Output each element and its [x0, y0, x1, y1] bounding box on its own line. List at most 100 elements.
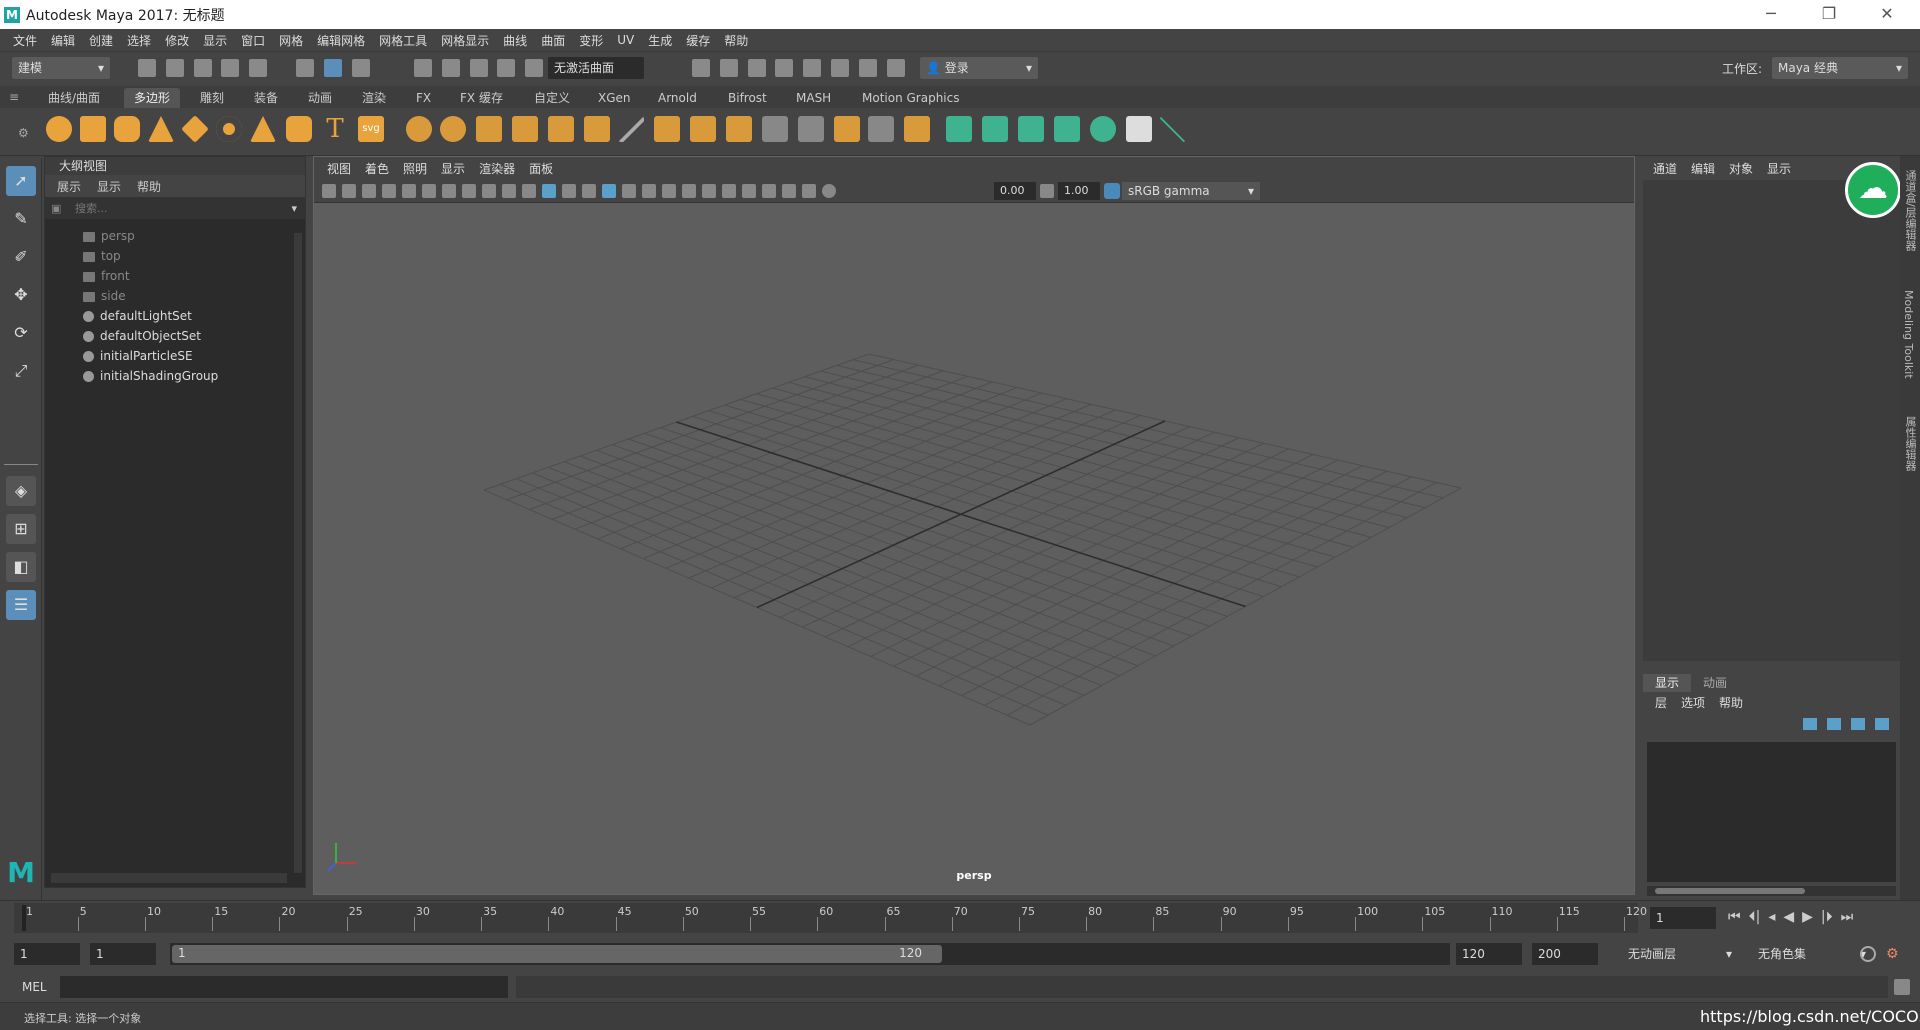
menu-display[interactable]: 显示 [196, 32, 234, 49]
mode-dropdown[interactable]: 建模 ▾ [12, 57, 110, 79]
four-view-layout-icon[interactable]: ⊞ [6, 514, 36, 544]
snap-surface-icon[interactable] [525, 59, 544, 77]
single-perspective-layout-icon[interactable]: ◈ [6, 476, 36, 506]
scale-tool-icon[interactable]: ⤢ [6, 356, 36, 386]
shelf-tab-xgen[interactable]: XGen [588, 88, 641, 108]
bevel-icon[interactable] [690, 116, 716, 142]
render-setup-icon[interactable] [831, 59, 850, 77]
scrollbar-thumb[interactable] [1655, 888, 1805, 894]
boolean-icon[interactable] [548, 116, 574, 142]
anim-layer-dropdown[interactable]: 无动画层 ▾ [1622, 943, 1736, 965]
go-to-end-icon[interactable]: ⏭ [1841, 909, 1854, 925]
film-gate-icon[interactable] [422, 184, 436, 198]
play-forwards-icon[interactable]: ▶ [1802, 909, 1813, 925]
shelf-menu-icon[interactable]: ≡ [6, 90, 22, 104]
open-scene-icon[interactable] [165, 59, 184, 77]
outliner-item-default-light-set[interactable]: defaultLightSet [83, 307, 192, 325]
menu-surfaces[interactable]: 曲面 [534, 32, 572, 49]
menu-edit[interactable]: 编辑 [44, 32, 82, 49]
time-slider[interactable]: 1 5 10 15 20 25 30 35 40 45 50 55 60 65 70 75 80 85 90 95 10… [0, 900, 1920, 936]
workspace-dropdown[interactable]: Maya 经典 ▾ [1772, 57, 1908, 79]
undo-icon[interactable] [221, 59, 240, 77]
menu-uv[interactable]: UV [610, 33, 641, 47]
outliner-search-input[interactable]: ▣ 搜索... ▾ [45, 197, 305, 219]
use-all-lights-icon[interactable] [622, 184, 636, 198]
character-set-dropdown[interactable]: 无角色集 ▾ [1752, 943, 1870, 965]
step-back-frame-icon[interactable]: ◂ [1768, 909, 1775, 925]
insert-edge-loop-icon[interactable] [762, 116, 788, 142]
layer-menu-layers[interactable]: 层 [1655, 694, 1667, 711]
snap-curve-icon[interactable] [441, 59, 460, 77]
persp-outliner-layout-icon[interactable]: ◧ [6, 552, 36, 582]
time-ruler[interactable]: 1 5 10 15 20 25 30 35 40 45 50 55 60 65 70 75 80 85 90 95 10… [14, 903, 1647, 933]
layer-tab-display[interactable]: 显示 [1643, 674, 1692, 692]
xray-icon[interactable] [762, 184, 776, 198]
separate-icon[interactable] [440, 116, 466, 142]
shelf-settings-icon[interactable]: ⚙ [18, 126, 29, 140]
animation-preferences-icon[interactable]: ⚙ [1886, 946, 1902, 962]
current-frame-field[interactable]: 1 [1650, 907, 1716, 929]
outliner-item-front[interactable]: front [83, 267, 130, 285]
animation-end-field[interactable]: 200 [1532, 943, 1598, 965]
viewport-menu-show[interactable]: 显示 [441, 160, 465, 177]
menu-generate[interactable]: 生成 [641, 32, 679, 49]
script-type-label[interactable]: MEL [22, 980, 47, 994]
select-component-icon[interactable] [351, 59, 370, 77]
outliner-item-side[interactable]: side [83, 287, 126, 305]
xray-components-icon[interactable] [802, 184, 816, 198]
menu-file[interactable]: 文件 [6, 32, 44, 49]
merge-icon[interactable] [904, 116, 930, 142]
step-back-key-icon[interactable]: ⏴| [1749, 909, 1761, 925]
paint-select-tool-icon[interactable]: ✐ [6, 242, 36, 272]
poly-text-icon[interactable]: T [322, 116, 348, 142]
menu-mesh-tools[interactable]: 网格工具 [372, 32, 434, 49]
shelf-tab-rendering[interactable]: 渲染 [352, 88, 396, 108]
snap-grid-icon[interactable] [414, 59, 432, 77]
shelf-tab-fx[interactable]: FX [406, 88, 441, 108]
shelf-tab-animation[interactable]: 动画 [298, 88, 342, 108]
rotate-tool-icon[interactable]: ⟳ [6, 318, 36, 348]
minimize-button[interactable]: ─ [1748, 0, 1794, 29]
color-management-icon[interactable] [1104, 183, 1120, 199]
menu-select[interactable]: 选择 [120, 32, 158, 49]
menu-help[interactable]: 帮助 [717, 32, 755, 49]
current-time-marker[interactable] [22, 905, 26, 931]
viewport-menu-lighting[interactable]: 照明 [403, 160, 427, 177]
render-settings-icon[interactable] [775, 59, 794, 77]
menu-mesh-display[interactable]: 网格显示 [434, 32, 496, 49]
go-to-start-icon[interactable]: ⏮ [1728, 909, 1741, 925]
animation-start-field[interactable]: 1 [14, 943, 80, 965]
menu-cache[interactable]: 缓存 [679, 32, 717, 49]
anti-aliasing-icon[interactable] [702, 184, 716, 198]
move-tool-icon[interactable]: ✥ [6, 280, 36, 310]
poly-pipe-icon[interactable] [286, 116, 312, 142]
select-hierarchy-icon[interactable] [296, 59, 314, 77]
gamma-field[interactable]: 1.00 [1058, 182, 1100, 200]
lock-camera-icon[interactable] [342, 184, 356, 198]
save-scene-icon[interactable] [193, 59, 212, 77]
exposure-icon[interactable] [822, 184, 836, 198]
layer-menu-help[interactable]: 帮助 [1719, 694, 1743, 711]
uv-cut-icon[interactable] [1160, 116, 1186, 142]
move-layer-down-icon[interactable] [1827, 718, 1841, 730]
safe-action-icon[interactable] [502, 184, 516, 198]
menu-modify[interactable]: 修改 [158, 32, 196, 49]
default-material-icon[interactable] [582, 184, 596, 198]
reduce-icon[interactable] [584, 116, 610, 142]
tab-channel-box-layer-editor[interactable]: 通道盒/层编辑器 [1902, 170, 1918, 251]
viewport-menu-panels[interactable]: 面板 [529, 160, 553, 177]
grid-icon[interactable] [402, 184, 416, 198]
depth-of-field-icon[interactable] [722, 184, 736, 198]
lasso-tool-icon[interactable]: ✎ [6, 204, 36, 234]
uv-checker-icon[interactable] [1126, 116, 1152, 142]
command-input[interactable] [60, 976, 508, 998]
layer-tab-anim[interactable]: 动画 [1691, 674, 1739, 692]
xray-joints-icon[interactable] [782, 184, 796, 198]
outliner-menu-help[interactable]: 帮助 [137, 178, 161, 195]
extrude-icon[interactable] [654, 116, 680, 142]
playback-start-field[interactable]: 1 [90, 943, 156, 965]
append-polygon-icon[interactable] [834, 116, 860, 142]
redo-icon[interactable] [249, 59, 268, 77]
outliner-vertical-scrollbar[interactable] [294, 233, 302, 873]
tab-modeling-toolkit[interactable]: Modeling Toolkit [1902, 290, 1915, 379]
